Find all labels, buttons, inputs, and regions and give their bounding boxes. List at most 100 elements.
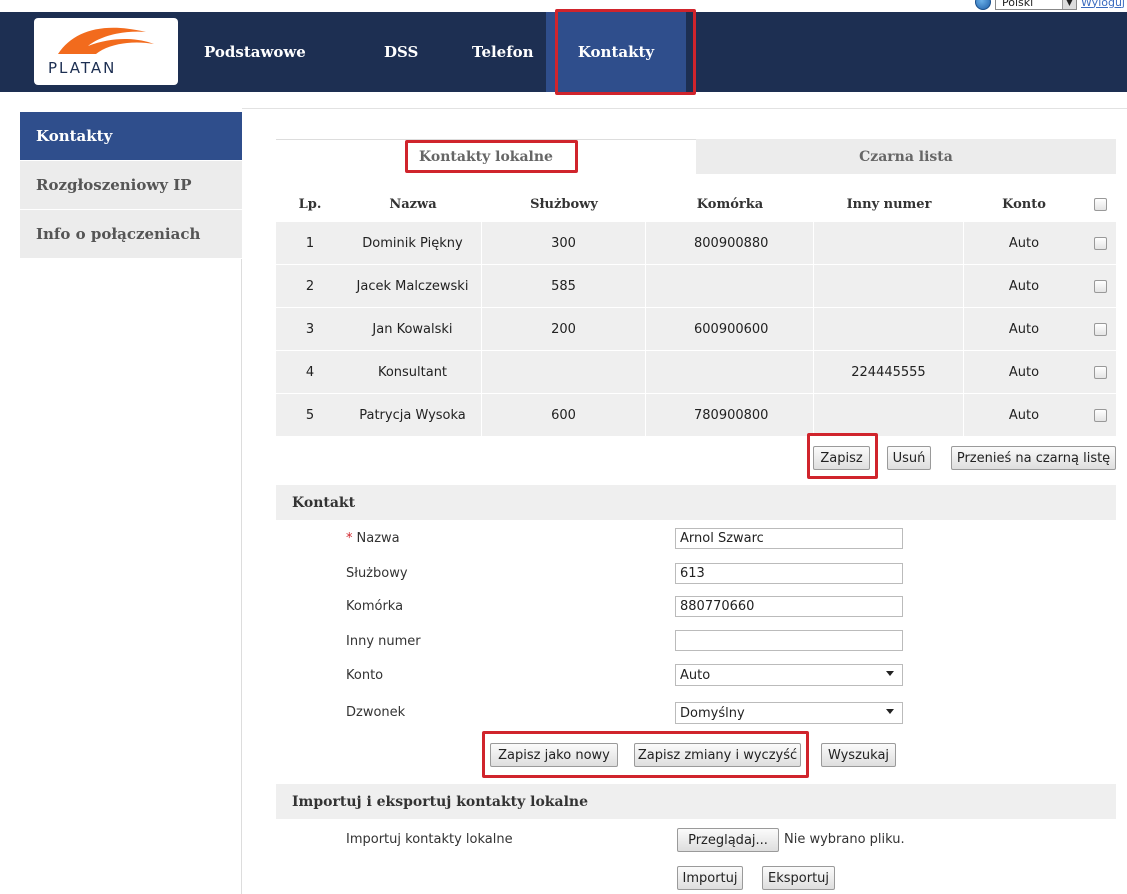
cell-work bbox=[482, 351, 646, 393]
tab-kontakty-lokalne[interactable]: Kontakty lokalne bbox=[276, 139, 696, 174]
language-value: Polski bbox=[1002, 0, 1034, 9]
cell-work: 600 bbox=[482, 394, 646, 436]
cell-mobile bbox=[646, 351, 814, 393]
sidebar-filler bbox=[20, 259, 242, 894]
cell-other: 224445555 bbox=[814, 351, 964, 393]
header-mobile: Komórka bbox=[696, 196, 764, 212]
label-account: Konto bbox=[346, 668, 384, 683]
cell-work: 585 bbox=[482, 265, 646, 307]
globe-icon bbox=[975, 0, 991, 10]
row-checkbox[interactable] bbox=[1093, 236, 1107, 250]
row-checkbox[interactable] bbox=[1093, 322, 1107, 336]
contacts-tabs: Kontakty lokalne Czarna lista bbox=[276, 139, 1116, 174]
row-checkbox[interactable] bbox=[1093, 408, 1107, 422]
browse-button[interactable]: Przeglądaj... bbox=[677, 828, 779, 852]
save-as-new-button[interactable]: Zapisz jako nowy bbox=[490, 743, 618, 767]
required-mark: * bbox=[346, 531, 353, 546]
cell-other bbox=[814, 222, 964, 264]
delete-button[interactable]: Usuń bbox=[887, 446, 931, 470]
select-all-checkbox[interactable] bbox=[1093, 197, 1107, 211]
cell-name: Patrycja Wysoka bbox=[344, 394, 482, 436]
label-mobile: Komórka bbox=[346, 599, 404, 614]
cell-account: Auto bbox=[1008, 407, 1040, 423]
label-other: Inny numer bbox=[346, 634, 421, 649]
account-value: Auto bbox=[680, 667, 711, 683]
cell-lp: 1 bbox=[305, 235, 315, 251]
header-account: Konto bbox=[1002, 196, 1046, 212]
cell-other bbox=[814, 265, 964, 307]
cell-mobile bbox=[646, 265, 814, 307]
label-name: * Nazwa bbox=[346, 531, 400, 546]
sidebar-item-rozgloszeniowy[interactable]: Rozgłoszeniowy IP bbox=[20, 161, 242, 209]
other-input[interactable] bbox=[675, 630, 903, 651]
main-nav: Podstawowe DSS Telefon Kontakty bbox=[204, 12, 686, 92]
cell-name: Jan Kowalski bbox=[344, 308, 482, 350]
top-strip: Polski ▼ Wyloguj bbox=[0, 0, 1127, 12]
header-other: Inny numer bbox=[846, 196, 932, 212]
header-work: Służbowy bbox=[530, 196, 598, 212]
save-button[interactable]: Zapisz bbox=[813, 446, 870, 470]
ring-value: Domyślny bbox=[680, 705, 745, 721]
ring-select[interactable]: Domyślny bbox=[675, 702, 903, 724]
cell-name: Konsultant bbox=[344, 351, 482, 393]
chevron-down-icon: ▼ bbox=[1062, 0, 1076, 9]
cell-account: Auto bbox=[1008, 235, 1040, 251]
work-input[interactable]: 613 bbox=[675, 563, 903, 584]
table-row[interactable]: 5 Patrycja Wysoka 600 780900800 Auto bbox=[276, 394, 1116, 436]
header-name: Nazwa bbox=[389, 196, 437, 212]
cell-name: Jacek Malczewski bbox=[344, 265, 482, 307]
language-bar: Polski ▼ Wyloguj bbox=[975, 0, 1127, 10]
export-button[interactable]: Eksportuj bbox=[762, 866, 835, 890]
name-input[interactable]: Arnol Szwarc bbox=[675, 528, 903, 549]
table-row[interactable]: 1 Dominik Piękny 300 800900880 Auto bbox=[276, 222, 1116, 264]
logo-text: PLATAN bbox=[48, 59, 117, 77]
logo-swoosh-icon bbox=[58, 27, 154, 54]
no-file-text: Nie wybrano pliku. bbox=[784, 832, 905, 847]
row-checkbox[interactable] bbox=[1093, 279, 1107, 293]
cell-account: Auto bbox=[1008, 278, 1040, 294]
table-row[interactable]: 4 Konsultant 224445555 Auto bbox=[276, 351, 1116, 393]
content-divider bbox=[242, 108, 1127, 109]
save-and-clear-button[interactable]: Zapisz zmiany i wyczyść bbox=[634, 743, 801, 767]
platan-logo: PLATAN bbox=[34, 18, 178, 85]
cell-other bbox=[814, 394, 964, 436]
nav-podstawowe[interactable]: Podstawowe bbox=[204, 12, 384, 92]
row-checkbox[interactable] bbox=[1093, 365, 1107, 379]
cell-mobile: 800900880 bbox=[646, 222, 814, 264]
nav-kontakty[interactable]: Kontakty bbox=[546, 12, 686, 92]
move-to-blacklist-button[interactable]: Przenieś na czarną listę bbox=[951, 446, 1116, 470]
mobile-input[interactable]: 880770660 bbox=[675, 596, 903, 617]
dropdown-arrow-icon bbox=[886, 709, 894, 714]
top-header: PLATAN Podstawowe DSS Telefon Kontakty bbox=[0, 12, 1127, 92]
cell-mobile: 600900600 bbox=[646, 308, 814, 350]
cell-work: 200 bbox=[482, 308, 646, 350]
cell-other bbox=[814, 308, 964, 350]
sidebar: Kontakty Rozgłoszeniowy IP Info o połącz… bbox=[20, 112, 242, 894]
label-work: Służbowy bbox=[346, 566, 408, 581]
cell-lp: 4 bbox=[305, 364, 315, 380]
cell-mobile: 780900800 bbox=[646, 394, 814, 436]
account-select[interactable]: Auto bbox=[675, 664, 903, 686]
table-row[interactable]: 2 Jacek Malczewski 585 Auto bbox=[276, 265, 1116, 307]
label-name-text: Nazwa bbox=[356, 531, 400, 546]
table-header: Lp. Nazwa Służbowy Komórka Inny numer Ko… bbox=[276, 186, 1116, 222]
header-lp: Lp. bbox=[298, 196, 322, 212]
import-section-title: Importuj i eksportuj kontakty lokalne bbox=[276, 784, 1116, 819]
language-select[interactable]: Polski ▼ bbox=[995, 0, 1077, 10]
cell-lp: 3 bbox=[305, 321, 315, 337]
search-button[interactable]: Wyszukaj bbox=[821, 743, 896, 767]
label-ring: Dzwonek bbox=[346, 705, 406, 720]
contacts-table: Lp. Nazwa Służbowy Komórka Inny numer Ko… bbox=[276, 186, 1116, 437]
import-button[interactable]: Importuj bbox=[677, 866, 743, 890]
contact-section-title: Kontakt bbox=[276, 485, 1116, 520]
cell-account: Auto bbox=[1008, 364, 1040, 380]
sidebar-item-info[interactable]: Info o połączeniach bbox=[20, 210, 242, 258]
cell-account: Auto bbox=[1008, 321, 1040, 337]
import-label: Importuj kontakty lokalne bbox=[346, 832, 513, 847]
dropdown-arrow-icon bbox=[886, 671, 894, 676]
logout-link[interactable]: Wyloguj bbox=[1081, 0, 1125, 9]
table-row[interactable]: 3 Jan Kowalski 200 600900600 Auto bbox=[276, 308, 1116, 350]
nav-dss[interactable]: DSS bbox=[384, 12, 472, 92]
tab-czarna-lista[interactable]: Czarna lista bbox=[696, 139, 1116, 174]
sidebar-item-kontakty[interactable]: Kontakty bbox=[20, 112, 242, 160]
